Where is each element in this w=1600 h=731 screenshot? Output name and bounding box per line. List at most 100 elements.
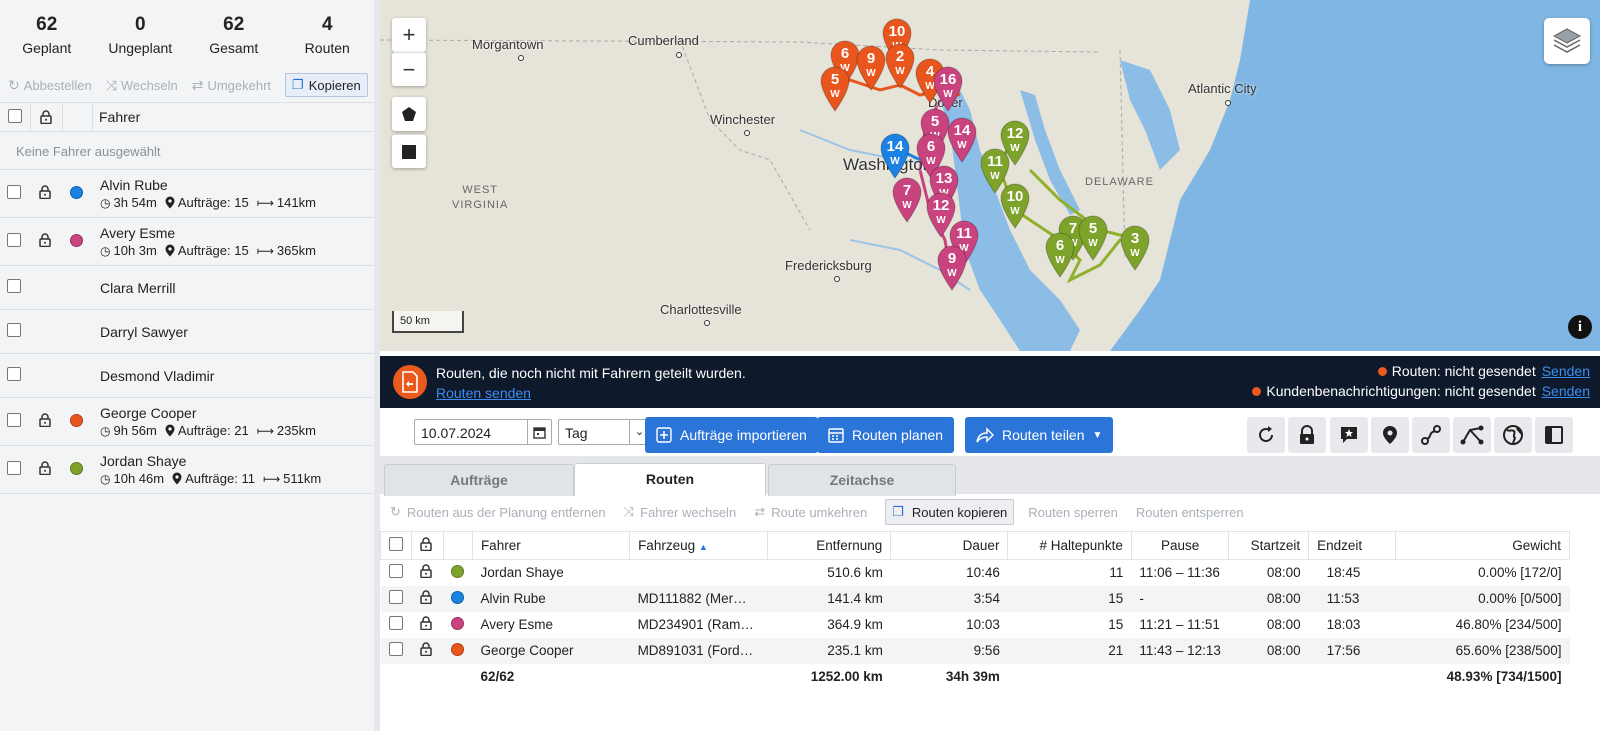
- route-stop-pin[interactable]: 6W: [1045, 232, 1075, 278]
- route-stop-pin[interactable]: 2W: [885, 43, 915, 89]
- pin-number: 12: [1006, 125, 1024, 142]
- table-row[interactable]: Jordan Shaye 510.6 km 10:46 11 11:06 – 11:36…: [381, 560, 1570, 586]
- send-routes-button[interactable]: Senden: [1542, 363, 1590, 379]
- remove-label: Routen aus der Planung entfernen: [406, 504, 606, 520]
- refresh-button[interactable]: [1247, 417, 1285, 453]
- table-row[interactable]: Alvin Rube MD111882 (Mer… 141.4 km 3:54 15-0…: [380, 585, 1570, 612]
- reverse-label: Umgekehrt: [207, 77, 272, 93]
- route-checkbox[interactable]: [388, 590, 403, 604]
- lock-icon[interactable]: [39, 233, 51, 247]
- switch-button[interactable]: ⤨ Wechseln: [106, 77, 178, 94]
- route-checkbox[interactable]: [388, 564, 403, 579]
- share-routes-button[interactable]: Routen teilen ▼: [965, 417, 1114, 453]
- route-stop-pin[interactable]: 14 W: [947, 117, 977, 163]
- pins-button[interactable]: [1371, 417, 1409, 453]
- driver-row[interactable]: Jordan Shaye ◷ 10h 46m Aufträge: 11 ⟼ 511km: [0, 446, 374, 494]
- lock-routes-text-button[interactable]: Routen sperren: [1028, 505, 1118, 520]
- driver-checkbox[interactable]: [7, 279, 21, 293]
- reverse-button[interactable]: ⇄ Umgekehrt: [192, 77, 271, 94]
- driver-checkbox[interactable]: [7, 233, 21, 247]
- route-stop-pin[interactable]: 7W: [892, 177, 922, 223]
- map-view[interactable]: MorgantownCumberlandWinchesterWashington…: [380, 0, 1600, 351]
- notes-button[interactable]: [1330, 417, 1368, 453]
- route-stop-pin[interactable]: 9W: [856, 45, 886, 91]
- send-notifications-button[interactable]: Senden: [1542, 383, 1590, 399]
- route-stop-pin[interactable]: 5W: [1078, 215, 1108, 261]
- select-all-routes-checkbox[interactable]: [389, 537, 403, 551]
- driver-row[interactable]: Alvin Rube ◷ 3h 54m Aufträge: 15 ⟼ 141km: [0, 170, 374, 218]
- pin-number: 16: [939, 71, 957, 88]
- driver-checkbox[interactable]: [7, 461, 21, 475]
- layers-button[interactable]: [1544, 18, 1590, 64]
- minus-icon: −: [402, 56, 416, 82]
- driver-row[interactable]: Avery Esme ◷ 10h 3m Aufträge: 15 ⟼ 365km: [0, 218, 374, 266]
- route-path-button[interactable]: [1412, 417, 1450, 453]
- route-stop-pin[interactable]: 14 W: [880, 133, 910, 179]
- lock-icon[interactable]: [39, 413, 51, 427]
- rectangle-tool-button[interactable]: [392, 134, 426, 168]
- globe-button[interactable]: [1494, 417, 1532, 453]
- stats-bar: 62 Geplant 0 Ungeplant 62 Gesamt 4 Routen: [0, 0, 374, 62]
- driver-row[interactable]: George Cooper ◷ 9h 56m Aufträge: 21 ⟼ 235km: [0, 398, 374, 446]
- table-row[interactable]: George Cooper MD891031 (Ford… 235.1 km 9:56…: [380, 637, 1570, 664]
- table-row[interactable]: Avery Esme MD234901 (Ram… 364.9 km 10:03 15 1…: [381, 612, 1570, 638]
- copy-button[interactable]: ❐ Kopieren: [285, 73, 368, 97]
- lock-icon[interactable]: [419, 590, 432, 604]
- route-split-button[interactable]: [1453, 417, 1491, 453]
- driver-checkbox[interactable]: [7, 367, 21, 381]
- tab-orders[interactable]: Aufträge: [384, 464, 574, 496]
- driver-checkbox[interactable]: [7, 413, 21, 427]
- driver-distance: ⟼ 511km: [263, 471, 321, 486]
- unlock-routes-button[interactable]: Routen entsperren: [1136, 505, 1244, 520]
- route-stop-pin[interactable]: 9W: [937, 245, 967, 291]
- reverse-route-button[interactable]: ⇄ Route umkehren: [754, 504, 867, 520]
- date-input[interactable]: 10.07.2024: [414, 419, 552, 445]
- polygon-tool-button[interactable]: [392, 97, 426, 131]
- route-stop-pin[interactable]: 3W: [1120, 225, 1150, 271]
- header-stops[interactable]: # Haltepunkte: [1007, 531, 1132, 560]
- route-stop-pin[interactable]: 5W: [820, 66, 850, 112]
- tab-timeline[interactable]: Zeitachse: [768, 464, 956, 496]
- route-stop-pin[interactable]: 10W: [1000, 183, 1030, 229]
- header-weight[interactable]: Gewicht: [1394, 531, 1571, 560]
- lock-icon[interactable]: [39, 185, 51, 199]
- driver-checkbox[interactable]: [7, 185, 21, 199]
- copy-routes-button[interactable]: ❐ Routen kopieren: [885, 499, 1015, 525]
- remove-routes-button[interactable]: ↻ Routen aus der Planung entfernen: [390, 504, 606, 520]
- lock-icon[interactable]: [419, 642, 432, 656]
- route-checkbox[interactable]: [388, 616, 403, 630]
- header-driver[interactable]: Fahrer: [471, 531, 631, 560]
- plan-routes-button[interactable]: Routen planen: [817, 417, 955, 453]
- lock-icon[interactable]: [419, 616, 432, 630]
- switch-driver-button[interactable]: ⤨ Fahrer wechseln: [624, 504, 737, 520]
- header-vehicle[interactable]: Fahrzeug ▲: [629, 531, 768, 560]
- header-pause[interactable]: Pause: [1130, 531, 1230, 560]
- notification-status-text: Kundenbenachrichtigungen: nicht gesendet: [1266, 383, 1536, 399]
- zoom-in-button[interactable]: +: [392, 18, 426, 52]
- import-orders-button[interactable]: Aufträge importieren: [645, 417, 818, 453]
- send-routes-link[interactable]: Routen senden: [436, 385, 531, 401]
- header-duration[interactable]: Dauer: [890, 531, 1009, 560]
- driver-list: Alvin Rube ◷ 3h 54m Aufträge: 15 ⟼ 141km Avery…: [0, 170, 374, 494]
- driver-panel: 62 Geplant 0 Ungeplant 62 Gesamt 4 Routen ↻ A…: [0, 0, 380, 731]
- header-distance[interactable]: Entfernung: [766, 531, 892, 560]
- header-end[interactable]: Endzeit: [1308, 531, 1396, 560]
- route-stop-pin[interactable]: 16 W: [933, 66, 963, 112]
- select-all-checkbox[interactable]: [8, 108, 22, 123]
- panel-toggle-button[interactable]: [1535, 417, 1573, 453]
- route-checkbox[interactable]: [388, 642, 403, 656]
- driver-row[interactable]: Desmond Vladimir: [0, 354, 374, 398]
- driver-row[interactable]: Clara Merrill: [0, 266, 374, 310]
- cancel-button[interactable]: ↻ Abbestellen: [8, 77, 92, 94]
- view-select[interactable]: Tag ⌄: [558, 419, 650, 445]
- header-start[interactable]: Startzeit: [1228, 531, 1310, 560]
- tab-routes[interactable]: Routen: [574, 463, 766, 496]
- lock-icon[interactable]: [39, 461, 51, 475]
- calendar-icon[interactable]: [527, 420, 551, 444]
- lock-icon[interactable]: [419, 564, 432, 579]
- zoom-out-button[interactable]: −: [392, 52, 426, 86]
- driver-checkbox[interactable]: [7, 323, 21, 337]
- driver-row[interactable]: Darryl Sawyer: [0, 310, 374, 354]
- info-icon[interactable]: i: [1568, 315, 1592, 339]
- lock-routes-button[interactable]: [1288, 417, 1326, 453]
